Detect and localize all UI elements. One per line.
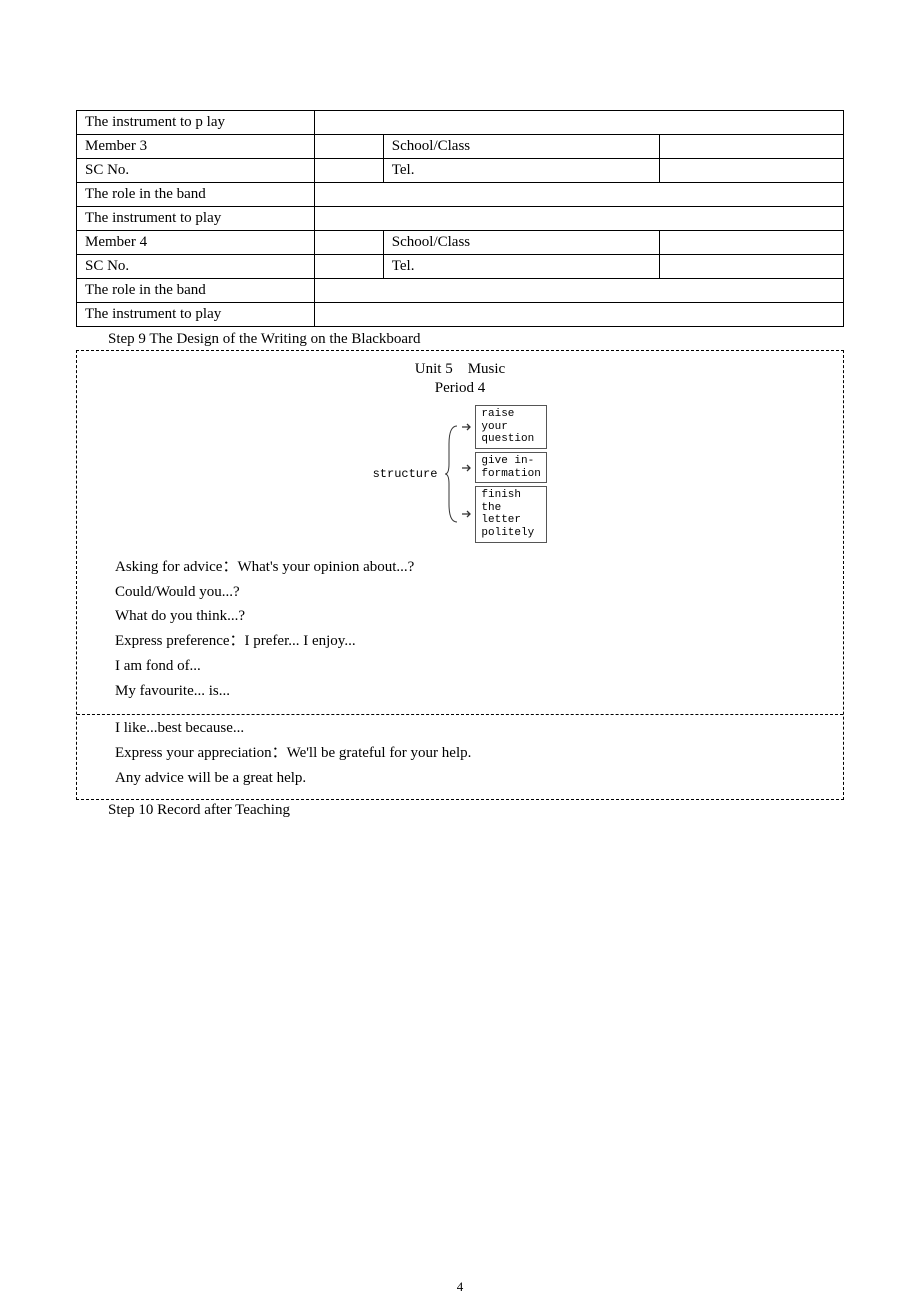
bb-line: I like...best because... bbox=[115, 718, 805, 740]
cell-label: The instrument to play bbox=[77, 303, 315, 327]
bb-line: Any advice will be a great help. bbox=[115, 768, 805, 790]
cell-label: Tel. bbox=[383, 255, 659, 279]
bb-line: Express your appreciation：We'll be grate… bbox=[115, 743, 805, 765]
cell-label: SC No. bbox=[77, 159, 315, 183]
cell-value bbox=[314, 303, 843, 327]
bb-line: My favourite... is... bbox=[115, 681, 805, 703]
structure-items: raise your question give in-formation fi… bbox=[461, 405, 547, 543]
cell-label: Tel. bbox=[383, 159, 659, 183]
table-row: Member 3 School/Class bbox=[77, 135, 844, 159]
page-number: 4 bbox=[76, 1279, 844, 1295]
table-row: Member 4 School/Class bbox=[77, 231, 844, 255]
bb-line: Express preference：I prefer... I enjoy..… bbox=[115, 631, 805, 653]
blackboard-content-lower: I like...best because... Express your ap… bbox=[77, 718, 843, 798]
pointer-icon bbox=[461, 509, 473, 519]
table-row: The instrument to p lay bbox=[77, 111, 844, 135]
cell-value bbox=[314, 111, 843, 135]
pointer-icon bbox=[461, 422, 473, 432]
member-table: The instrument to p lay Member 3 School/… bbox=[76, 110, 844, 327]
cell-value bbox=[314, 183, 843, 207]
cell-value bbox=[314, 207, 843, 231]
blackboard-title: Unit 5 Music bbox=[77, 351, 843, 380]
table-row: The instrument to play bbox=[77, 207, 844, 231]
table-row: SC No. Tel. bbox=[77, 255, 844, 279]
structure-label: structure bbox=[373, 467, 438, 481]
cell-value bbox=[314, 231, 383, 255]
blackboard-content-upper: Asking for advice：What's your opinion ab… bbox=[77, 557, 843, 712]
cell-value bbox=[659, 159, 843, 183]
cell-value bbox=[659, 135, 843, 159]
step-10-heading: Step 10 Record after Teaching bbox=[76, 802, 844, 819]
pointer-icon bbox=[461, 463, 473, 473]
blackboard-box: Unit 5 Music Period 4 structure raise yo… bbox=[76, 350, 844, 800]
cell-value bbox=[659, 231, 843, 255]
cell-label: School/Class bbox=[383, 231, 659, 255]
table-row: The role in the band bbox=[77, 279, 844, 303]
structure-item: finish the letter politely bbox=[475, 486, 547, 543]
structure-item: raise your question bbox=[475, 405, 547, 449]
bb-line: Asking for advice：What's your opinion ab… bbox=[115, 557, 805, 579]
cell-value bbox=[314, 135, 383, 159]
cell-label: The instrument to p lay bbox=[77, 111, 315, 135]
structure-diagram: structure raise your question give in-fo… bbox=[77, 405, 843, 543]
bb-line: What do you think...? bbox=[115, 606, 805, 628]
cell-label: The role in the band bbox=[77, 279, 315, 303]
cell-label: School/Class bbox=[383, 135, 659, 159]
brace-icon bbox=[443, 424, 461, 524]
cell-label: Member 4 bbox=[77, 231, 315, 255]
cell-value bbox=[314, 159, 383, 183]
blackboard-divider bbox=[77, 714, 843, 715]
cell-value bbox=[659, 255, 843, 279]
blackboard-subtitle: Period 4 bbox=[77, 380, 843, 405]
cell-value bbox=[314, 255, 383, 279]
cell-value bbox=[314, 279, 843, 303]
cell-label: Member 3 bbox=[77, 135, 315, 159]
bb-line: Could/Would you...? bbox=[115, 582, 805, 604]
cell-label: The role in the band bbox=[77, 183, 315, 207]
table-row: SC No. Tel. bbox=[77, 159, 844, 183]
structure-item: give in-formation bbox=[475, 452, 547, 483]
cell-label: The instrument to play bbox=[77, 207, 315, 231]
table-row: The instrument to play bbox=[77, 303, 844, 327]
bb-line: I am fond of... bbox=[115, 656, 805, 678]
cell-label: SC No. bbox=[77, 255, 315, 279]
table-row: The role in the band bbox=[77, 183, 844, 207]
step-9-heading: Step 9 The Design of the Writing on the … bbox=[76, 331, 844, 348]
